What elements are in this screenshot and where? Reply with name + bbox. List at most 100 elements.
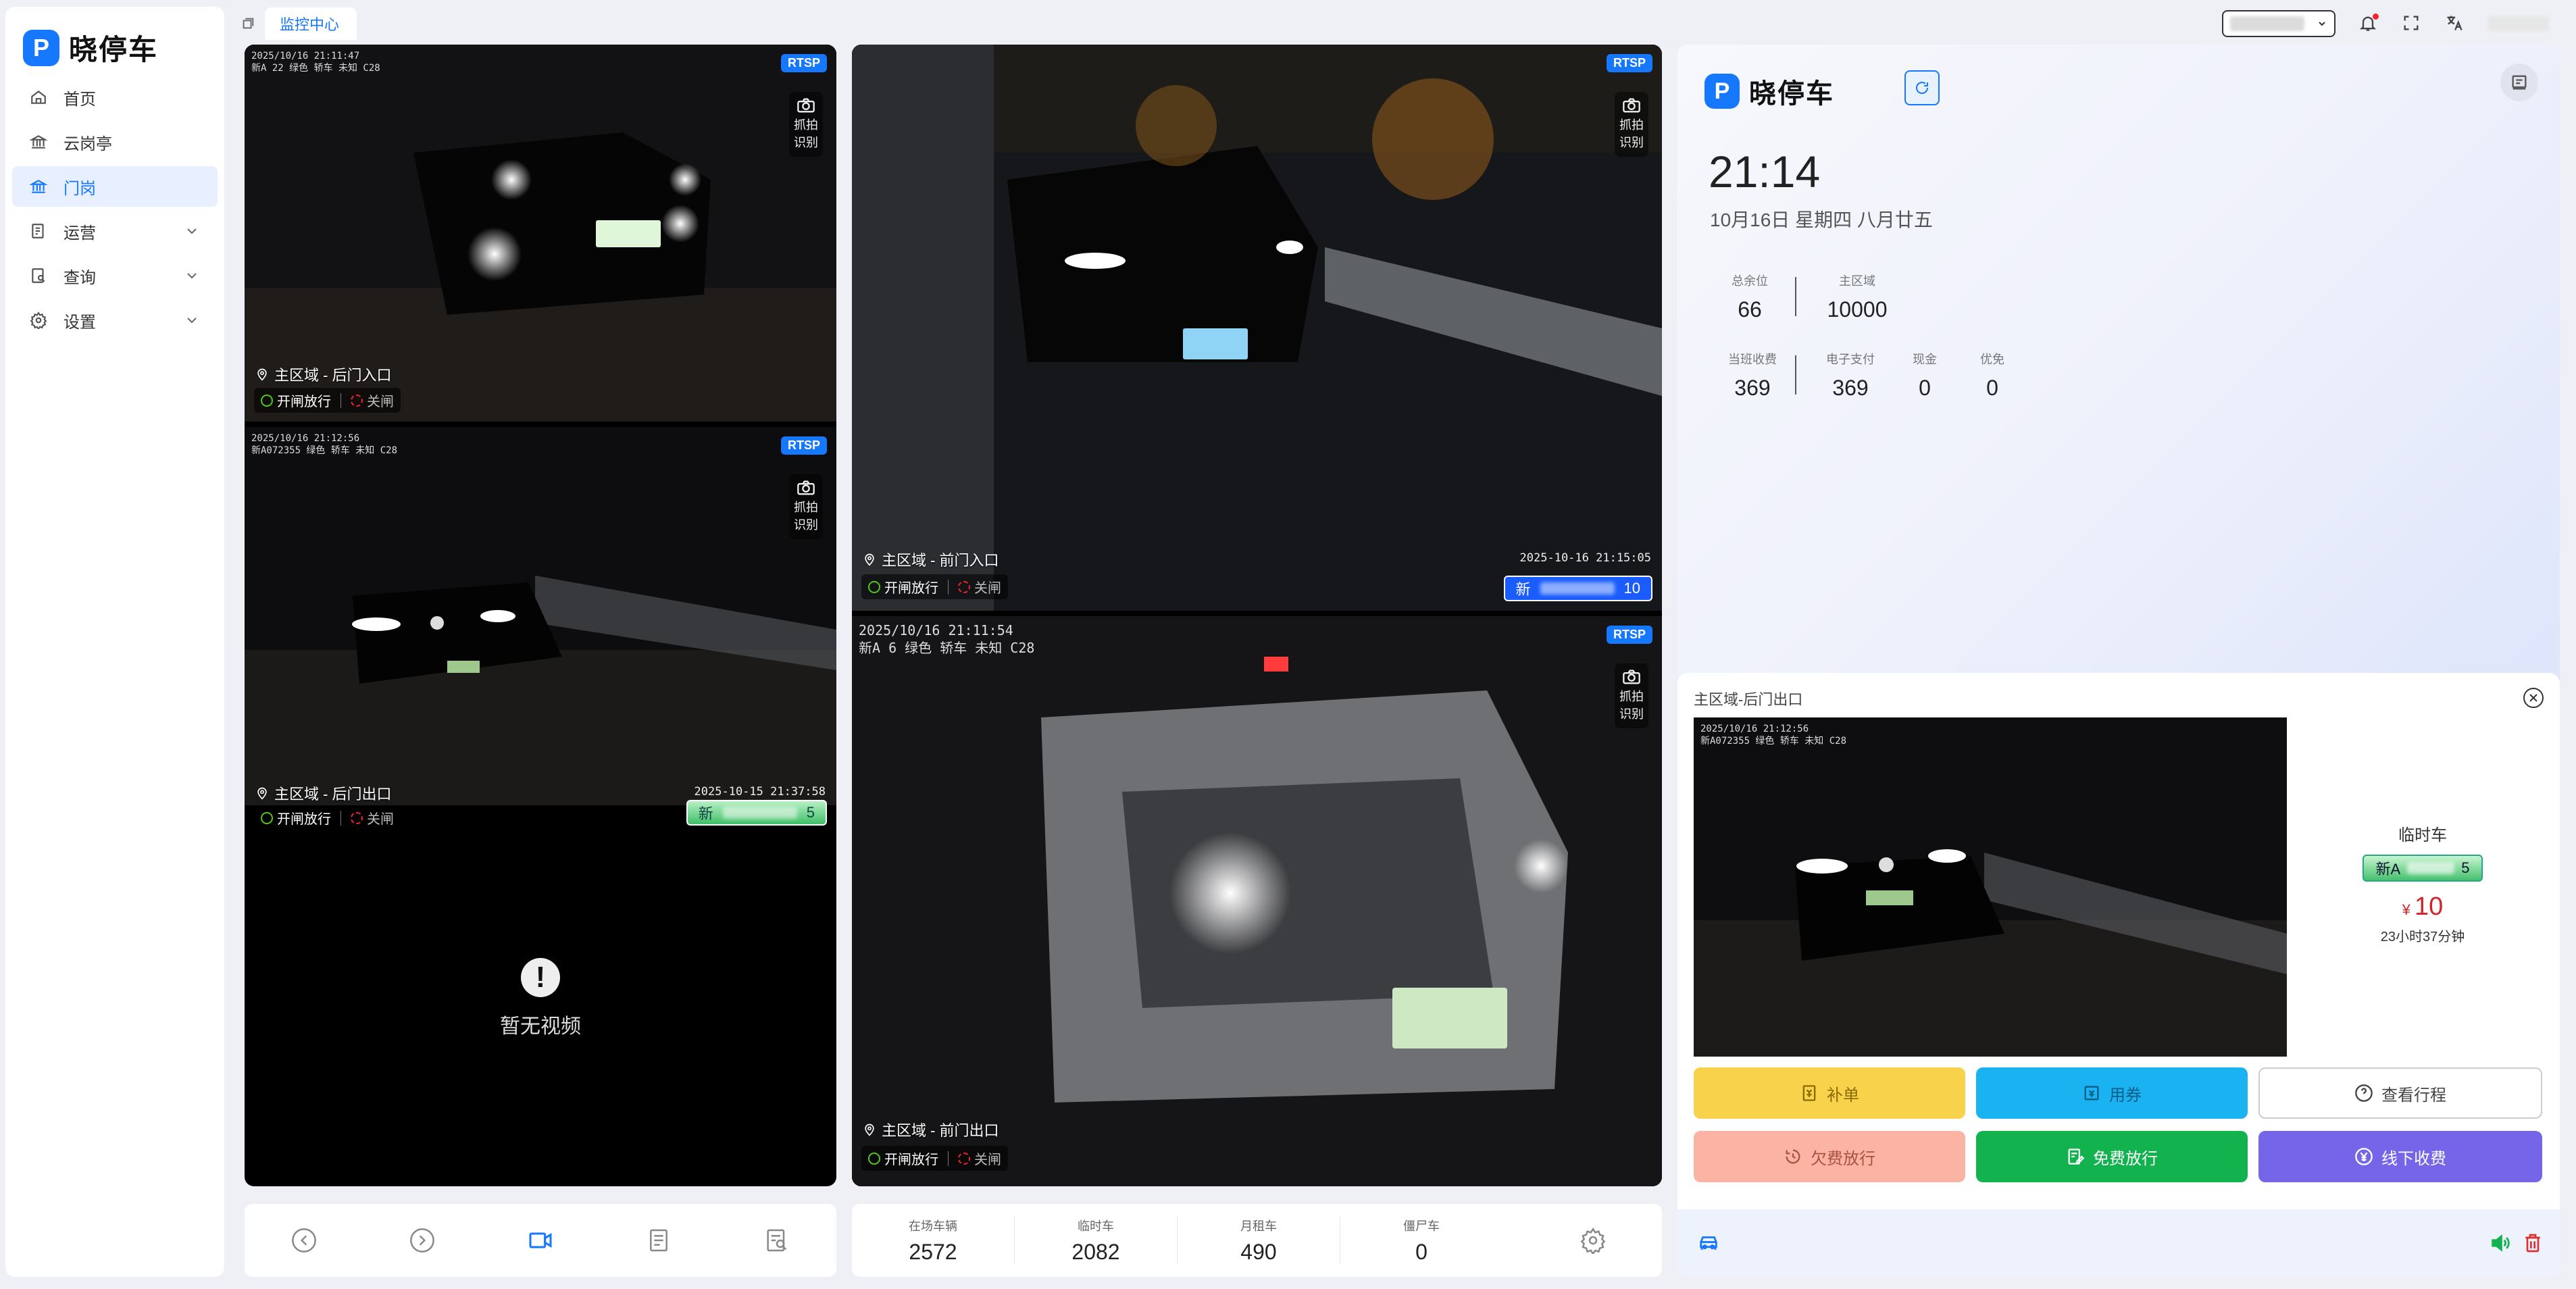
panel-toggle-button[interactable] <box>2500 64 2538 101</box>
sidebar-item-gate[interactable]: 门岗 <box>12 166 218 207</box>
history-icon <box>1786 1149 1800 1164</box>
camera-icon <box>797 480 815 495</box>
offline-charge-button[interactable]: 线下收费 <box>2258 1131 2542 1182</box>
tab-list-icon[interactable] <box>241 16 255 31</box>
view-trip-button[interactable]: 查看行程 <box>2258 1067 2542 1119</box>
stat-label: 临时车 <box>1078 1219 1114 1233</box>
prev-page-button[interactable] <box>289 1225 319 1255</box>
divider <box>948 1151 949 1166</box>
sidebar-item-operation[interactable]: 运营 <box>12 211 218 251</box>
check-circle-icon <box>261 811 273 824</box>
stat-label: 电子支付 <box>1826 353 1875 366</box>
capture-recognize-button[interactable]: 抓拍 识别 <box>789 92 823 157</box>
gate-icon <box>28 176 49 197</box>
stat-value: 66 <box>1738 297 1762 322</box>
button-label: 免费放行 <box>2093 1149 2158 1168</box>
yuan-circle-icon <box>2355 1148 2373 1165</box>
camera-name: 主区域 - 前门出口 <box>863 1119 999 1140</box>
plate-suffix: 5 <box>806 804 815 821</box>
tab-bar: 监控中心 <box>238 7 357 41</box>
close-circle-icon <box>351 394 363 407</box>
use-coupon-button[interactable]: 用券 <box>1976 1067 2248 1119</box>
close-gate-button[interactable]: 关闸 <box>958 577 1001 597</box>
camera-name-text: 主区域 - 后门入口 <box>274 367 392 384</box>
sidebar-item-home[interactable]: 首页 <box>12 77 218 118</box>
video-frame <box>852 45 1662 611</box>
open-gate-button[interactable]: 开闸放行 <box>868 1148 938 1168</box>
open-gate-button[interactable]: 开闸放行 <box>261 390 331 410</box>
record-search-button[interactable] <box>762 1225 792 1255</box>
close-gate-button[interactable]: 关闸 <box>958 1148 1001 1168</box>
capture-recognize-button[interactable]: 抓拍 识别 <box>789 474 823 539</box>
divider <box>1795 277 1796 316</box>
stat-total-free: 总余位 66 <box>1713 272 1787 322</box>
arrears-release-button[interactable]: 欠费放行 <box>1694 1131 1965 1182</box>
translate-icon[interactable] <box>2445 14 2465 34</box>
record-list-button[interactable] <box>644 1225 674 1255</box>
chevron-down-icon <box>187 318 197 324</box>
snapshot-image <box>1694 717 2287 1057</box>
open-gate-button[interactable]: 开闸放行 <box>868 577 938 597</box>
button-label: 用券 <box>2109 1086 2142 1105</box>
stat-label: 月租车 <box>1240 1219 1277 1233</box>
sidebar-item-settings[interactable]: 设置 <box>12 300 218 340</box>
brand-name: 晓停车 <box>69 34 159 66</box>
camera-timestamp: 2025-10-15 21:37:58 <box>694 785 826 799</box>
plate-redacted <box>2407 862 2455 874</box>
camera-back-entry: 2025/10/16 21:11:47 新A 22 绿色 轿车 未知 C28 R… <box>245 45 836 422</box>
volume-icon[interactable] <box>2487 1230 2514 1257</box>
close-card-button[interactable] <box>2523 688 2544 708</box>
capture-recognize-button[interactable]: 抓拍 识别 <box>1615 92 1648 157</box>
stat-cash: 现金 0 <box>1898 350 1952 401</box>
plate-redacted <box>722 807 797 819</box>
chevron-right-circle-icon <box>409 1228 434 1253</box>
plate-badge: 新A 5 <box>2362 855 2483 882</box>
car-icon[interactable] <box>1695 1230 1722 1257</box>
camera-stamp: 2025/10/16 21:12:56 新A072355 绿色 轿车 未知 C2… <box>1700 723 1846 747</box>
recognize-label: 识别 <box>794 136 818 149</box>
video-mode-button[interactable] <box>526 1225 555 1255</box>
stat-shift-income: 当班收费 369 <box>1709 350 1796 401</box>
query-icon <box>28 266 49 286</box>
sidebar-item-cloud-booth[interactable]: 云岗亭 <box>12 122 218 162</box>
close-gate-button[interactable]: 关闸 <box>351 808 394 828</box>
tab-monitor-center[interactable]: 监控中心 <box>265 7 357 40</box>
home-icon <box>28 87 49 107</box>
brand-logo: P <box>1704 74 1740 109</box>
stat-label: 优免 <box>1980 353 2004 366</box>
refresh-button[interactable] <box>1904 70 1940 105</box>
capture-recognize-button[interactable]: 抓拍 识别 <box>1615 663 1648 728</box>
stat-value: 2082 <box>1071 1239 1120 1264</box>
supplement-order-button[interactable]: 补单 <box>1694 1067 1965 1119</box>
open-gate-button[interactable]: 开闸放行 <box>261 808 331 828</box>
stamp-time: 2025/10/16 21:12:56 <box>1700 724 1809 734</box>
parking-lot-select[interactable] <box>2222 10 2335 37</box>
camera-front-entry: RTSP 抓拍 识别 主区域 - 前门入口 2025-10-16 21:15:0… <box>852 45 1662 611</box>
coupon-icon <box>2084 1086 2099 1101</box>
close-icon <box>2529 694 2537 702</box>
exit-vehicle-card: 主区域-后门出口 2025/10/16 21:12:56 新A072355 绿色… <box>1677 673 2560 1209</box>
plate-prefix: 新 <box>1515 581 1531 598</box>
stat-in-lot: 在场车辆 2572 <box>852 1216 1015 1265</box>
close-gate-label: 关闸 <box>367 812 394 827</box>
stat-value: 0 <box>1986 376 1998 400</box>
trash-icon[interactable] <box>2519 1230 2546 1257</box>
brand-logo: P <box>23 29 59 66</box>
stats-settings-button[interactable] <box>1578 1225 1608 1255</box>
sidebar-item-query[interactable]: 查询 <box>12 255 218 296</box>
stat-main-area: 主区域 10000 <box>1810 272 1904 322</box>
bell-icon[interactable] <box>2358 14 2379 34</box>
free-release-button[interactable]: 免费放行 <box>1976 1131 2248 1182</box>
stat-label: 现金 <box>1913 353 1937 366</box>
next-page-button[interactable] <box>407 1225 437 1255</box>
user-menu[interactable] <box>2488 16 2549 31</box>
plate-badge: 新 10 <box>1503 576 1652 601</box>
button-label: 补单 <box>1827 1086 1859 1105</box>
video-frame <box>245 427 836 805</box>
rtsp-badge: RTSP <box>1606 54 1652 72</box>
close-gate-button[interactable]: 关闸 <box>351 390 394 410</box>
button-label: 查看行程 <box>2381 1086 2446 1105</box>
fullscreen-icon[interactable] <box>2402 14 2422 34</box>
sidebar-item-label: 门岗 <box>64 179 96 198</box>
stat-label: 总余位 <box>1732 274 1768 288</box>
